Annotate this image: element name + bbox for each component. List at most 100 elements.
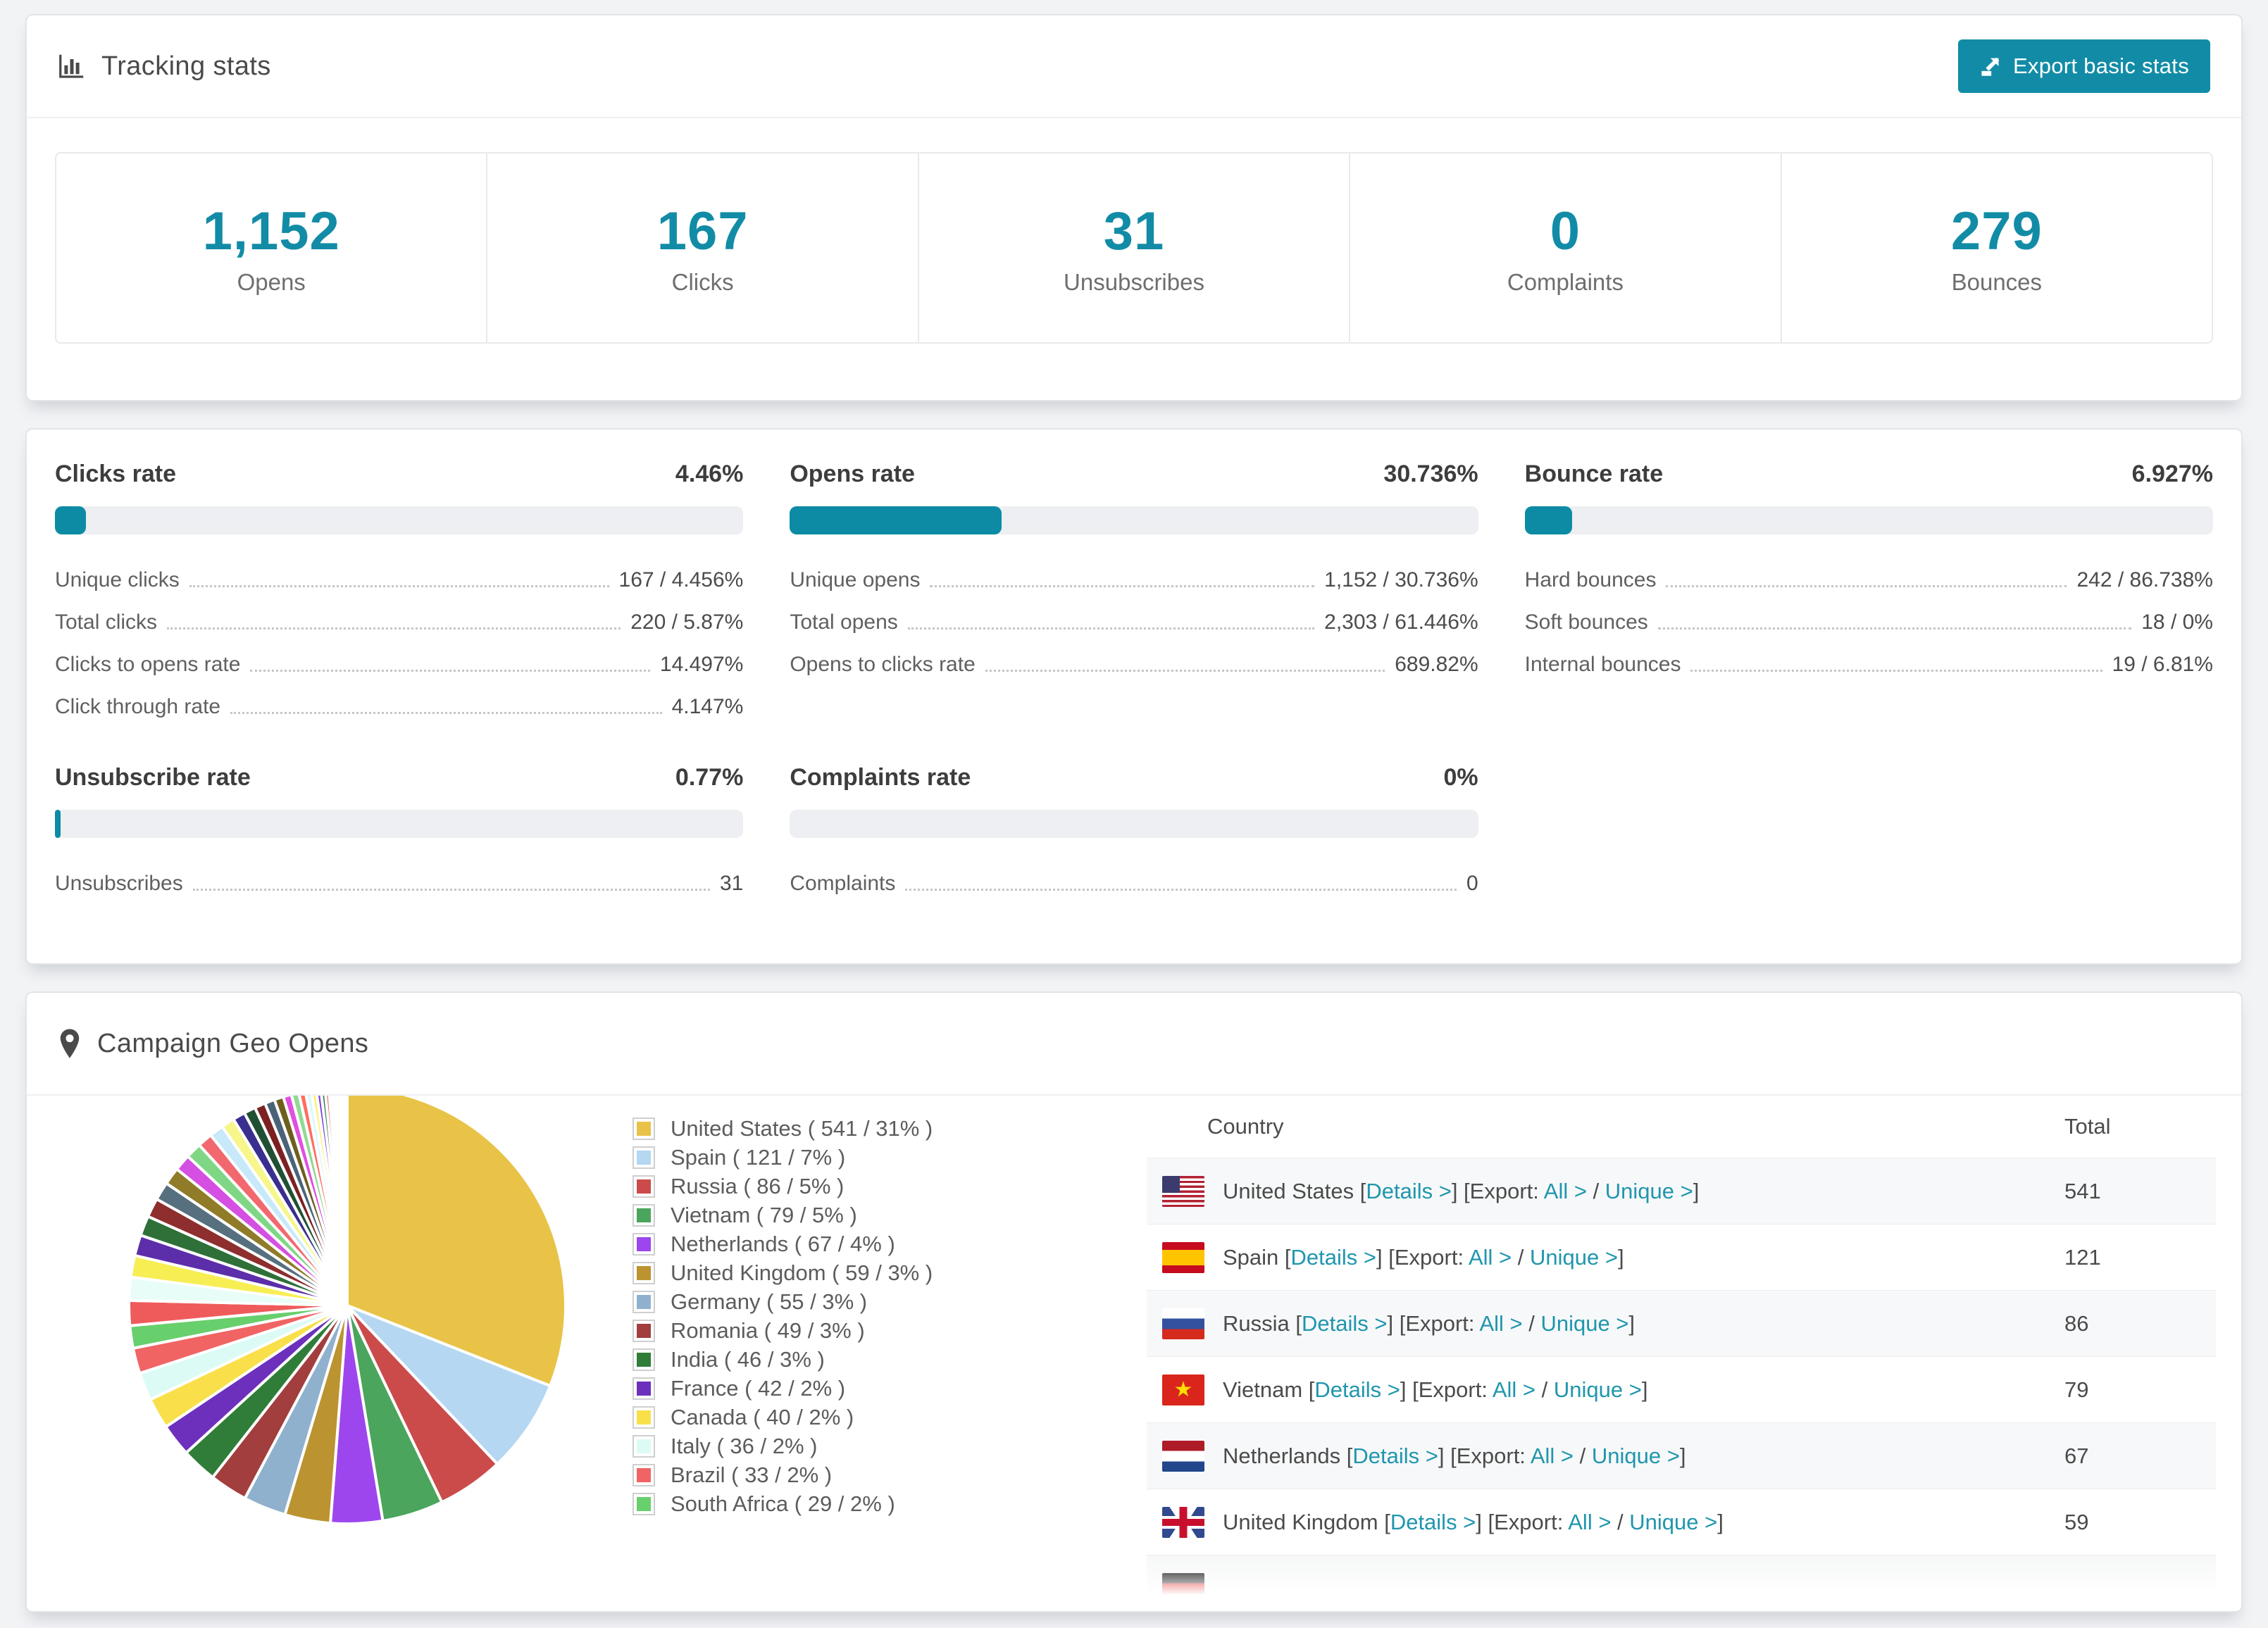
- bar-chart-icon: [58, 52, 86, 80]
- stat-label: Unsubscribes: [1064, 268, 1204, 295]
- rate-rows: Unique opens 1,152 / 30.736% Total opens 2,…: [790, 568, 1478, 677]
- rate-row-label: Total clicks: [55, 610, 158, 634]
- export-unique-link[interactable]: Unique >: [1554, 1377, 1642, 1402]
- bracket: ]: [1617, 1244, 1624, 1270]
- tracking-stats-header: Tracking stats Export basic stats: [27, 15, 2241, 118]
- legend-label: United States ( 541 / 31% ): [671, 1115, 933, 1141]
- legend-item-south-africa[interactable]: South Africa ( 29 / 2% ): [633, 1489, 1147, 1518]
- export-all-link[interactable]: All >: [1568, 1510, 1611, 1534]
- bracket: /: [1574, 1443, 1592, 1468]
- bracket: ] [Export:: [1451, 1178, 1544, 1203]
- legend-item-italy[interactable]: Italy ( 36 / 2% ): [633, 1432, 1147, 1460]
- rate-row-value: 220 / 5.87%: [630, 610, 744, 634]
- legend-item-vietnam[interactable]: Vietnam ( 79 / 5% ): [633, 1201, 1147, 1229]
- legend-swatch: [633, 1377, 655, 1400]
- rate-title: Complaints rate: [790, 764, 971, 791]
- stat-label: Clicks: [671, 268, 734, 295]
- geo-header: Campaign Geo Opens: [27, 993, 2241, 1096]
- export-all-link[interactable]: All >: [1493, 1377, 1535, 1402]
- progress-track: [790, 506, 1478, 534]
- legend-label: Netherlands ( 67 / 4% ): [671, 1231, 895, 1256]
- rate-row: Total opens 2,303 / 61.446%: [790, 610, 1478, 634]
- geo-pie-chart[interactable]: [27, 1096, 633, 1604]
- legend-item-romania[interactable]: Romania ( 49 / 3% ): [633, 1316, 1147, 1345]
- legend-swatch: [633, 1290, 655, 1313]
- rate-row: Total clicks 220 / 5.87%: [55, 610, 743, 634]
- legend-item-india[interactable]: India ( 46 / 3% ): [633, 1345, 1147, 1374]
- legend-swatch: [633, 1492, 655, 1515]
- legend-label: Vietnam ( 79 / 5% ): [671, 1202, 857, 1227]
- details-link[interactable]: Details >: [1366, 1179, 1451, 1203]
- rate-title: Unsubscribe rate: [55, 764, 251, 791]
- rate-row-value: 1,152 / 30.736%: [1324, 568, 1478, 591]
- legend-item-united-states[interactable]: United States ( 541 / 31% ): [633, 1114, 1147, 1143]
- export-all-link[interactable]: All >: [1544, 1179, 1587, 1203]
- rate-row-label: Hard bounces: [1524, 568, 1657, 591]
- table-row-spain: Spain [Details >] [Export: All > / Uniqu…: [1147, 1224, 2216, 1290]
- stat-value: 167: [656, 201, 749, 261]
- rate-rows: Unsubscribes 31: [55, 872, 743, 896]
- rate-head: Clicks rate 4.46%: [55, 461, 743, 488]
- star-icon: ★: [1173, 1377, 1193, 1401]
- rate-row-value: 18 / 0%: [2141, 610, 2213, 634]
- legend-item-france[interactable]: France ( 42 / 2% ): [633, 1374, 1147, 1403]
- export-basic-stats-button[interactable]: Export basic stats: [1957, 39, 2210, 93]
- legend-item-russia[interactable]: Russia ( 86 / 5% ): [633, 1172, 1147, 1201]
- bracket: ] [Export:: [1387, 1310, 1480, 1336]
- rate-head: Unsubscribe rate 0.77%: [55, 764, 743, 791]
- export-all-link[interactable]: All >: [1479, 1311, 1522, 1336]
- legend-label: Canada ( 40 / 2% ): [671, 1404, 854, 1429]
- legend-swatch: [633, 1463, 655, 1486]
- legend-item-brazil[interactable]: Brazil ( 33 / 2% ): [633, 1460, 1147, 1489]
- details-link[interactable]: Details >: [1302, 1311, 1387, 1336]
- stat-cell-opens: 1,152 Opens: [56, 154, 486, 342]
- bracket: ] [Export:: [1476, 1509, 1569, 1534]
- legend-label: Russia ( 86 / 5% ): [671, 1173, 845, 1198]
- bracket: [: [1378, 1509, 1390, 1534]
- export-all-link[interactable]: All >: [1531, 1444, 1574, 1468]
- geo-content: United States ( 541 / 31% ) Spain ( 121 /…: [27, 1096, 2241, 1604]
- details-link[interactable]: Details >: [1352, 1444, 1438, 1468]
- bracket: /: [1611, 1509, 1630, 1534]
- export-unique-link[interactable]: Unique >: [1530, 1245, 1618, 1270]
- rate-panel-clicks-rate: Clicks rate 4.46% Unique clicks 167 / 4.456…: [55, 461, 744, 719]
- us-flag-icon: [1162, 1175, 1204, 1207]
- table-row-netherlands: Netherlands [Details >] [Export: All > /…: [1147, 1422, 2216, 1489]
- export-unique-link[interactable]: Unique >: [1629, 1510, 1717, 1534]
- legend-item-germany[interactable]: Germany ( 55 / 3% ): [633, 1287, 1147, 1316]
- legend-item-united-kingdom[interactable]: United Kingdom ( 59 / 3% ): [633, 1258, 1147, 1287]
- rate-row-value: 4.147%: [671, 695, 744, 718]
- export-all-link[interactable]: All >: [1469, 1245, 1512, 1270]
- stat-cell-clicks: 167 Clicks: [486, 154, 917, 342]
- country-name: Netherlands: [1223, 1443, 1341, 1468]
- stat-cell-complaints: 0 Complaints: [1349, 154, 1780, 342]
- legend-label: Germany ( 55 / 3% ): [671, 1289, 868, 1314]
- rate-title: Clicks rate: [55, 461, 176, 487]
- stat-value: 31: [1103, 201, 1165, 261]
- legend-swatch: [633, 1434, 655, 1458]
- details-link[interactable]: Details >: [1291, 1245, 1376, 1270]
- bracket: /: [1535, 1377, 1554, 1402]
- legend-item-canada[interactable]: Canada ( 40 / 2% ): [633, 1403, 1147, 1432]
- rate-row: Soft bounces 18 / 0%: [1525, 610, 2213, 634]
- rate-rows: Hard bounces 242 / 86.738% Soft bounces 18 …: [1525, 568, 2213, 677]
- export-unique-link[interactable]: Unique >: [1540, 1311, 1628, 1336]
- stat-cell-bounces: 279 Bounces: [1780, 154, 2212, 342]
- dotted-leader: [985, 670, 1385, 672]
- legend-swatch: [633, 1117, 655, 1140]
- country-cell: United Kingdom [Details >] [Export: All …: [1223, 1510, 2064, 1535]
- details-link[interactable]: Details >: [1314, 1377, 1400, 1402]
- bracket: /: [1512, 1244, 1530, 1270]
- bracket: ]: [1641, 1377, 1648, 1402]
- stat-label: Opens: [237, 268, 306, 295]
- country-cell: Vietnam [Details >] [Export: All > / Uni…: [1223, 1377, 2064, 1403]
- total-cell: 79: [2064, 1377, 2089, 1402]
- total-cell: 86: [2064, 1310, 2089, 1336]
- export-unique-link[interactable]: Unique >: [1605, 1179, 1693, 1203]
- country-cell: United States [Details >] [Export: All >…: [1223, 1179, 2064, 1204]
- export-unique-link[interactable]: Unique >: [1592, 1444, 1680, 1468]
- details-link[interactable]: Details >: [1390, 1510, 1476, 1534]
- legend-item-spain[interactable]: Spain ( 121 / 7% ): [633, 1143, 1147, 1172]
- table-row-united-kingdom: United Kingdom [Details >] [Export: All …: [1147, 1489, 2216, 1555]
- legend-item-netherlands[interactable]: Netherlands ( 67 / 4% ): [633, 1229, 1147, 1258]
